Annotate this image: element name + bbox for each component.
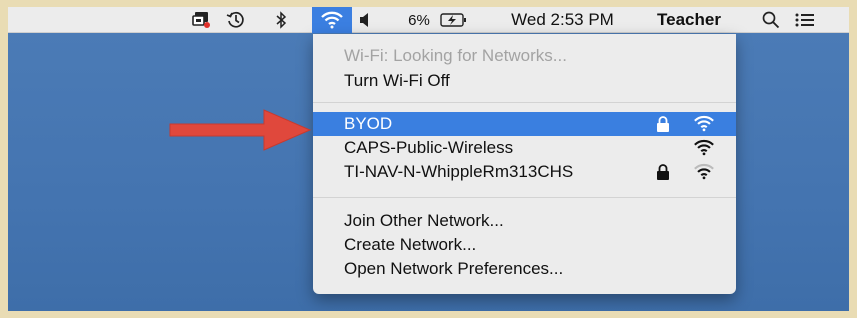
network-name: BYOD (344, 114, 393, 133)
network-name: CAPS-Public-Wireless (344, 138, 514, 157)
create-network-item[interactable]: Create Network... (313, 233, 736, 257)
network-item-byod[interactable]: BYOD (313, 112, 736, 136)
screen-sharing-icon[interactable] (188, 7, 216, 33)
turn-wifi-off-item[interactable]: Turn Wi-Fi Off (313, 69, 736, 93)
menu-separator (313, 102, 736, 103)
network-name: TI-NAV-N-WhippleRm313CHS (344, 162, 574, 181)
time-machine-icon[interactable] (222, 7, 250, 33)
battery-charging-icon[interactable] (439, 7, 469, 33)
clock[interactable]: Wed 2:53 PM (495, 7, 630, 33)
spotlight-search-icon[interactable] (757, 7, 785, 33)
red-arrow (169, 109, 312, 151)
menu-separator (313, 197, 736, 198)
user-name[interactable]: Teacher (644, 7, 734, 33)
volume-icon[interactable] (354, 7, 376, 33)
wifi-signal-icon (694, 163, 714, 180)
wifi-status: Wi-Fi: Looking for Networks... (344, 46, 567, 65)
network-item-caps-public-wireless[interactable]: CAPS-Public-Wireless (313, 136, 736, 160)
open-network-preferences-item[interactable]: Open Network Preferences... (313, 257, 736, 281)
wifi-signal-icon (694, 139, 714, 156)
wifi-signal-icon (694, 115, 714, 132)
menu-bar: 6% Wed 2:53 PM Teacher (8, 7, 849, 33)
wifi-dropdown-menu: Wi-Fi: Looking for Networks... Turn Wi-F… (313, 34, 736, 294)
notification-center-icon[interactable] (791, 7, 819, 33)
join-other-network-item[interactable]: Join Other Network... (313, 209, 736, 233)
network-item-ti-nav[interactable]: TI-NAV-N-WhippleRm313CHS (313, 160, 736, 184)
lock-icon (657, 164, 669, 180)
battery-percent[interactable]: 6% (398, 7, 440, 33)
wifi-icon[interactable] (312, 7, 352, 33)
screen: 6% Wed 2:53 PM Teacher Wi-Fi: Looking fo… (8, 7, 849, 311)
bluetooth-icon[interactable] (270, 7, 292, 33)
lock-icon (657, 116, 669, 132)
